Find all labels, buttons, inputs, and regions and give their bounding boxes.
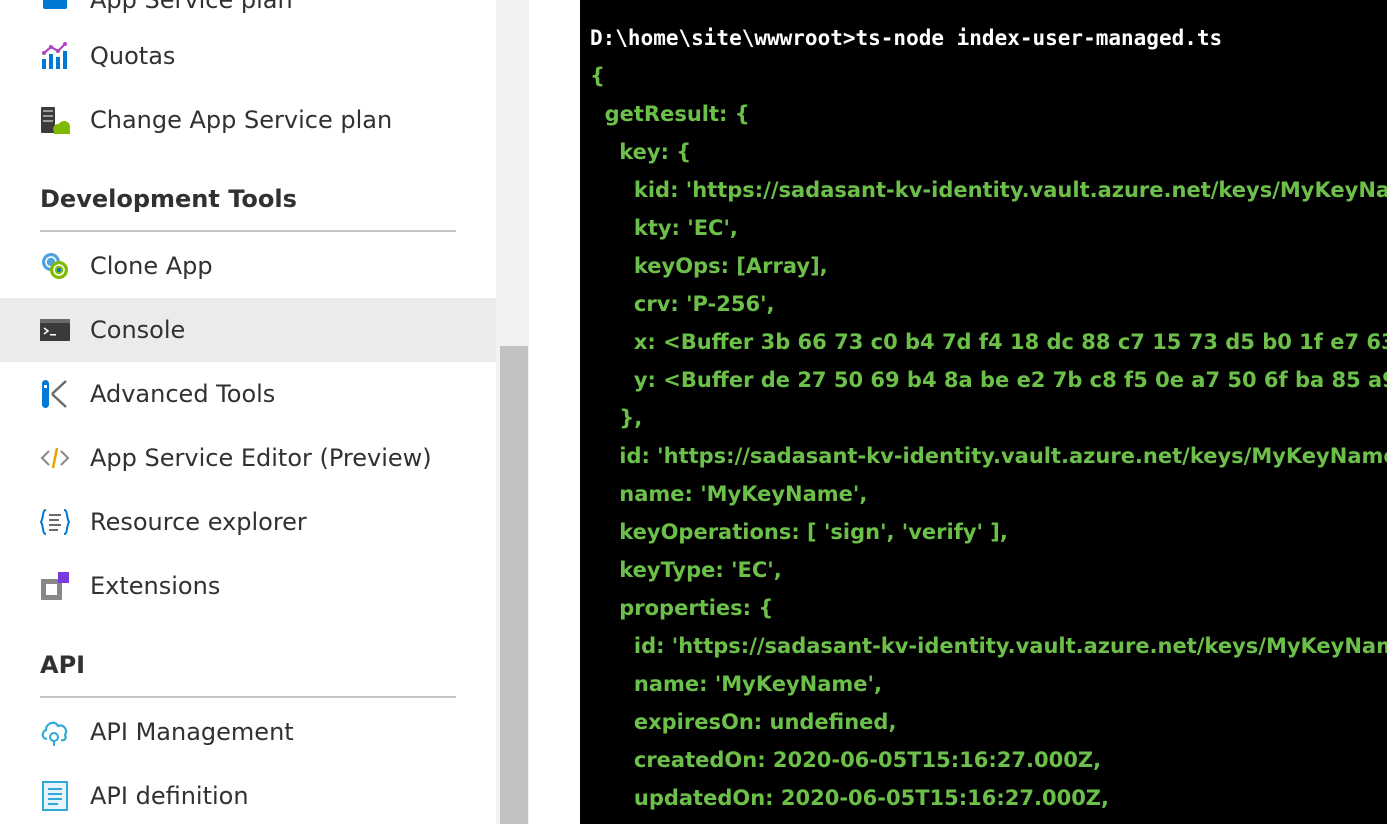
nav-item-label: Clone App bbox=[90, 252, 213, 280]
resource-menu: App Service plan Quotas Change App Servi… bbox=[0, 0, 496, 824]
section-divider bbox=[40, 230, 456, 232]
console-line: keyOperations: [ 'sign', 'verify' ], bbox=[590, 520, 1008, 544]
section-divider bbox=[40, 696, 456, 698]
nav-item-label: Extensions bbox=[90, 572, 221, 600]
console-line: createdOn: 2020-06-05T15:16:27.000Z, bbox=[590, 748, 1102, 772]
nav-item-quotas[interactable]: Quotas bbox=[0, 24, 496, 88]
console-line: kid: 'https://sadasant-kv-identity.vault… bbox=[590, 178, 1387, 202]
console-panel[interactable]: D:\home\site\wwwroot>ts-node index-user-… bbox=[580, 0, 1387, 824]
nav-item-label: Change App Service plan bbox=[90, 106, 393, 134]
console-line: expiresOn: undefined, bbox=[590, 710, 897, 734]
advanced-tools-icon bbox=[40, 379, 70, 409]
console-icon bbox=[40, 315, 70, 345]
section-title: API bbox=[40, 651, 86, 679]
nav-item-label: Console bbox=[90, 316, 186, 344]
console-line: x: <Buffer 3b 66 73 c0 b4 7d f4 18 dc 88… bbox=[590, 330, 1387, 354]
console-line: keyType: 'EC', bbox=[590, 558, 782, 582]
clone-app-icon bbox=[40, 251, 70, 281]
console-line: properties: { bbox=[590, 596, 774, 620]
quotas-icon bbox=[40, 41, 70, 71]
console-line: { bbox=[590, 64, 605, 88]
section-development-tools: Development Tools bbox=[40, 166, 456, 232]
nav-item-label: API Management bbox=[90, 718, 294, 746]
change-plan-icon bbox=[40, 105, 70, 135]
nav-item-clone-app[interactable]: Clone App bbox=[0, 234, 496, 298]
nav-item-resource-explorer[interactable]: Resource explorer bbox=[0, 490, 496, 554]
console-line: id: 'https://sadasant-kv-identity.vault.… bbox=[590, 444, 1387, 468]
console-prompt-line: D:\home\site\wwwroot>ts-node index-user-… bbox=[590, 26, 1223, 50]
nav-item-api-management[interactable]: API Management bbox=[0, 700, 496, 764]
code-editor-icon bbox=[40, 443, 70, 473]
console-line: updatedOn: 2020-06-05T15:16:27.000Z, bbox=[590, 786, 1110, 810]
api-definition-icon bbox=[40, 781, 70, 811]
nav-item-label: Quotas bbox=[90, 42, 176, 70]
nav-item-label: Resource explorer bbox=[90, 508, 307, 536]
console-line: getResult: { bbox=[590, 102, 750, 126]
nav-item-label: App Service Editor (Preview) bbox=[90, 444, 432, 472]
extensions-icon bbox=[40, 571, 70, 601]
console-line: name: 'MyKeyName', bbox=[590, 482, 868, 506]
console-line: keyOps: [Array], bbox=[590, 254, 828, 278]
console-line: name: 'MyKeyName', bbox=[590, 672, 882, 696]
panel-gap bbox=[529, 0, 580, 824]
app-window: App Service plan Quotas Change App Servi… bbox=[0, 0, 1387, 824]
nav-item-advanced-tools[interactable]: Advanced Tools bbox=[0, 362, 496, 426]
section-title: Development Tools bbox=[40, 185, 297, 213]
console-line: kty: 'EC', bbox=[590, 216, 738, 240]
console-line: }, bbox=[590, 406, 643, 430]
nav-item-console[interactable]: Console bbox=[0, 298, 496, 362]
console-line: crv: 'P-256', bbox=[590, 292, 775, 316]
menu-scrollbar-thumb[interactable] bbox=[500, 346, 528, 824]
section-api: API bbox=[40, 632, 456, 698]
console-line: id: 'https://sadasant-kv-identity.vault.… bbox=[590, 634, 1387, 658]
nav-item-label: Advanced Tools bbox=[90, 380, 276, 408]
resource-explorer-icon bbox=[40, 507, 70, 537]
nav-item-extensions[interactable]: Extensions bbox=[0, 554, 496, 618]
console-line: y: <Buffer de 27 50 69 b4 8a be e2 7b c8… bbox=[590, 368, 1387, 392]
nav-item-change-app-service-plan[interactable]: Change App Service plan bbox=[0, 88, 496, 152]
console-line: key: { bbox=[590, 140, 692, 164]
nav-item-app-service-editor[interactable]: App Service Editor (Preview) bbox=[0, 426, 496, 490]
api-management-icon bbox=[40, 717, 70, 747]
app-service-plan-icon bbox=[40, 0, 70, 15]
nav-item-label: API definition bbox=[90, 782, 249, 810]
console-output: D:\home\site\wwwroot>ts-node index-user-… bbox=[590, 19, 1387, 817]
nav-item-api-definition[interactable]: API definition bbox=[0, 764, 496, 824]
